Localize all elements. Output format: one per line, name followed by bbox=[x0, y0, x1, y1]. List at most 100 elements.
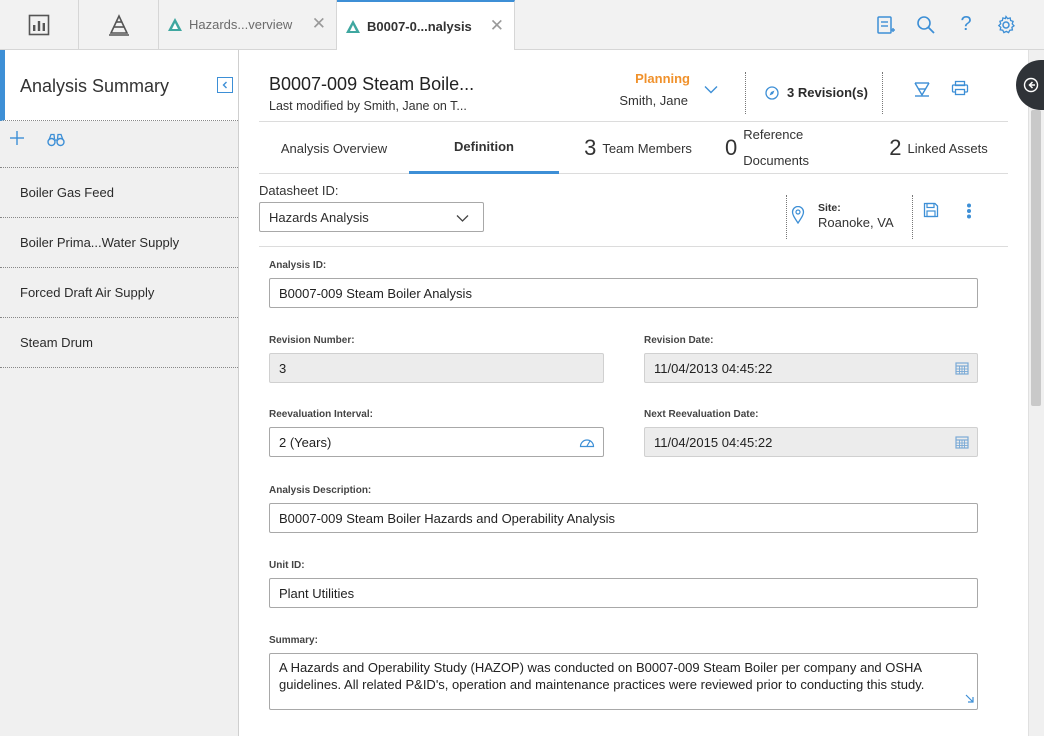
reference-count: 0 bbox=[725, 135, 738, 160]
revision-number-label: Revision Number: bbox=[269, 335, 355, 346]
print-icon bbox=[951, 80, 969, 96]
more-options-button[interactable] bbox=[966, 203, 972, 222]
hazards-icon bbox=[346, 19, 360, 33]
chevron-down-icon bbox=[704, 86, 718, 94]
hazards-icon bbox=[168, 18, 182, 31]
reevaluation-interval-field[interactable]: 2 (Years) bbox=[269, 427, 604, 457]
sidebar-item-boiler-gas-feed[interactable]: Boiler Gas Feed bbox=[0, 168, 238, 218]
find-button[interactable] bbox=[47, 133, 65, 150]
field-value: A Hazards and Operability Study (HAZOP) … bbox=[279, 660, 925, 692]
question-icon: ? bbox=[960, 13, 972, 35]
compass-icon bbox=[765, 85, 779, 100]
settings-button[interactable] bbox=[986, 0, 1026, 49]
tab-label-line: Reference bbox=[743, 127, 804, 142]
site-divider bbox=[786, 195, 787, 239]
tab-analysis[interactable]: B0007-0...nalysis ✕ bbox=[337, 0, 515, 50]
asset-hierarchy-button[interactable] bbox=[79, 0, 159, 49]
tab-label: Linked Assets bbox=[907, 140, 988, 156]
sidebar-title: Analysis Summary bbox=[20, 76, 170, 96]
save-icon bbox=[923, 202, 939, 218]
analysis-id-label: Analysis ID: bbox=[269, 260, 327, 271]
site-divider bbox=[912, 195, 913, 239]
gauge-icon[interactable] bbox=[579, 436, 595, 451]
hierarchy-icon bbox=[108, 13, 129, 36]
help-button[interactable]: ? bbox=[946, 0, 986, 49]
more-vertical-icon bbox=[967, 203, 971, 219]
resize-handle-icon[interactable] bbox=[965, 690, 974, 707]
plus-icon bbox=[10, 131, 24, 145]
analysis-description-field[interactable]: B0007-009 Steam Boiler Hazards and Opera… bbox=[269, 503, 978, 533]
chevron-left-icon bbox=[222, 81, 227, 89]
sidebar-item-label: Steam Drum bbox=[20, 335, 93, 350]
revision-number-field: 3 bbox=[269, 353, 604, 383]
save-button[interactable] bbox=[923, 202, 939, 221]
state-dropdown-button[interactable] bbox=[704, 82, 718, 97]
tab-linked-assets[interactable]: 2 Linked Assets bbox=[869, 122, 1008, 174]
revision-date-field: 11/04/2013 04:45:22 bbox=[644, 353, 978, 383]
add-button[interactable] bbox=[9, 130, 25, 149]
search-icon bbox=[917, 15, 935, 34]
tab-label: Reference Documents bbox=[743, 122, 809, 174]
section-separator bbox=[259, 246, 1008, 247]
sidebar-header: Analysis Summary bbox=[0, 50, 238, 121]
sidebar-item-forced-draft-air-supply[interactable]: Forced Draft Air Supply bbox=[0, 268, 238, 318]
summary-textarea[interactable]: A Hazards and Operability Study (HAZOP) … bbox=[269, 653, 978, 710]
network-icon bbox=[914, 82, 930, 97]
location-pin-icon bbox=[791, 205, 805, 227]
unit-id-label: Unit ID: bbox=[269, 560, 305, 571]
tab-analysis-overview[interactable]: Analysis Overview bbox=[259, 122, 409, 174]
sidebar-toolbar bbox=[0, 121, 238, 168]
field-value: 2 (Years) bbox=[279, 434, 332, 450]
field-value: 11/04/2015 04:45:22 bbox=[654, 434, 773, 450]
field-value: Plant Utilities bbox=[279, 585, 355, 601]
team-count: 3 bbox=[584, 135, 597, 160]
next-reevaluation-date-label: Next Reevaluation Date: bbox=[644, 409, 759, 420]
sidebar: Analysis Summary Boiler Gas Feed Boiler … bbox=[0, 50, 239, 736]
tab-team-members[interactable]: 3 Team Members bbox=[559, 122, 717, 174]
search-button[interactable] bbox=[906, 0, 946, 49]
print-button[interactable] bbox=[951, 80, 969, 99]
revision-date-label: Revision Date: bbox=[644, 335, 714, 346]
datasheet-value: Hazards Analysis bbox=[269, 209, 369, 225]
sidebar-item-label: Boiler Prima...Water Supply bbox=[20, 235, 180, 250]
tab-label: B0007-0...nalysis bbox=[367, 18, 472, 34]
top-bar: Hazards...verview ✕ B0007-0...nalysis ✕ … bbox=[0, 0, 1044, 50]
tab-definition[interactable]: Definition bbox=[409, 122, 559, 174]
scrollbar-thumb[interactable] bbox=[1031, 110, 1041, 406]
next-reevaluation-date-field: 11/04/2015 04:45:22 bbox=[644, 427, 978, 457]
tab-hazards-overview[interactable]: Hazards...verview ✕ bbox=[159, 0, 337, 49]
dashboard-button[interactable] bbox=[0, 0, 79, 49]
hazards-diagram-button[interactable] bbox=[913, 81, 931, 100]
tab-label: Hazards...verview bbox=[189, 17, 293, 32]
sidebar-item-label: Boiler Gas Feed bbox=[20, 185, 114, 200]
sidebar-item-boiler-primary-water-supply[interactable]: Boiler Prima...Water Supply bbox=[0, 218, 238, 268]
revisions-button[interactable]: 3 Revision(s) bbox=[765, 85, 868, 100]
analysis-id-field[interactable]: B0007-009 Steam Boiler Analysis bbox=[269, 278, 978, 308]
field-value: B0007-009 Steam Boiler Analysis bbox=[279, 285, 472, 301]
site-label: Site: bbox=[818, 202, 841, 214]
tab-label: Team Members bbox=[602, 140, 692, 156]
sidebar-item-steam-drum[interactable]: Steam Drum bbox=[0, 318, 238, 368]
gear-icon bbox=[997, 14, 1015, 33]
sidebar-item-label: Forced Draft Air Supply bbox=[20, 285, 155, 300]
panel-toggle-icon bbox=[1023, 77, 1039, 93]
clipboard-icon bbox=[877, 15, 895, 34]
datasheet-select[interactable]: Hazards Analysis bbox=[259, 202, 484, 232]
revisions-label: 3 Revision(s) bbox=[787, 85, 868, 100]
page-title: B0007-009 Steam Boile... bbox=[269, 74, 475, 94]
unit-id-field[interactable]: Plant Utilities bbox=[269, 578, 978, 608]
calendar-icon bbox=[955, 435, 969, 452]
reevaluation-interval-label: Reevaluation Interval: bbox=[269, 409, 373, 420]
header-divider bbox=[882, 72, 883, 114]
state-badge[interactable]: Planning bbox=[620, 71, 690, 86]
chevron-down-icon bbox=[456, 211, 469, 226]
summary-label: Summary: bbox=[269, 635, 318, 646]
tab-label: Definition bbox=[454, 139, 514, 154]
collapse-sidebar-button[interactable] bbox=[217, 77, 233, 93]
tab-reference-documents[interactable]: 0 Reference Documents bbox=[717, 122, 817, 174]
tab-label: Analysis Overview bbox=[280, 140, 388, 156]
clipboard-button[interactable] bbox=[866, 0, 906, 49]
close-icon[interactable]: ✕ bbox=[312, 14, 326, 34]
close-icon[interactable]: ✕ bbox=[490, 16, 504, 36]
last-modified-text: Last modified by Smith, Jane on T... bbox=[269, 99, 467, 113]
